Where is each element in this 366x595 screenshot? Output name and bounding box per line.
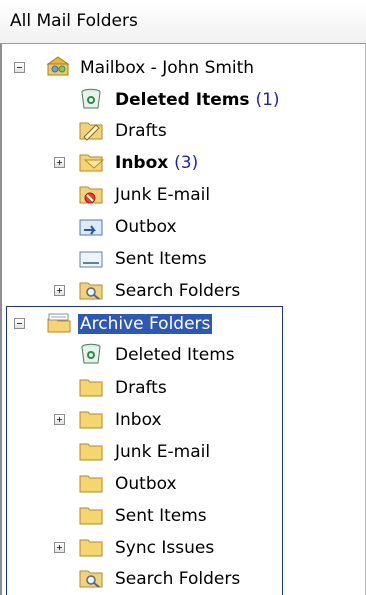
drafts-icon bbox=[78, 119, 104, 141]
folder-pane-title: All Mail Folders bbox=[10, 11, 138, 31]
archive-folder-search-folders[interactable]: Search Folders bbox=[0, 563, 366, 595]
archive-folder-sent-items[interactable]: Sent Items bbox=[0, 500, 366, 532]
folder-label: Search Folders bbox=[115, 281, 241, 301]
folder-pane-header: All Mail Folders bbox=[0, 0, 366, 44]
folder-junk-email[interactable]: Junk E-mail bbox=[0, 179, 366, 211]
folder-inbox[interactable]: Inbox (3) bbox=[0, 147, 366, 179]
folder-label: Drafts bbox=[115, 121, 167, 141]
folder-label: Junk E-mail bbox=[115, 185, 211, 205]
archive-folder-inbox[interactable]: Inbox bbox=[0, 404, 366, 436]
archive-root-node[interactable]: Archive Folders bbox=[0, 308, 366, 340]
expand-toggle-icon[interactable] bbox=[54, 157, 65, 168]
archive-folder-deleted-items[interactable]: Deleted Items bbox=[0, 339, 366, 371]
search-folders-icon bbox=[78, 279, 104, 301]
deleted-items-icon bbox=[78, 88, 104, 110]
folder-icon bbox=[78, 440, 104, 462]
folder-label: Deleted Items bbox=[115, 345, 235, 365]
folder-drafts[interactable]: Drafts bbox=[0, 115, 366, 147]
folder-search-folders[interactable]: Search Folders bbox=[0, 275, 366, 307]
outbox-icon bbox=[78, 215, 104, 237]
folder-icon bbox=[78, 472, 104, 494]
folder-deleted-items[interactable]: Deleted Items (1) bbox=[0, 84, 366, 116]
folder-icon bbox=[78, 376, 104, 398]
folder-label: Outbox bbox=[115, 474, 177, 494]
folder-icon bbox=[78, 504, 104, 526]
mailbox-label: Mailbox - John Smith bbox=[80, 58, 255, 78]
collapse-toggle-icon[interactable] bbox=[14, 318, 25, 329]
folder-icon bbox=[78, 408, 104, 430]
junk-email-icon bbox=[78, 183, 104, 205]
unread-count: (3) bbox=[174, 153, 199, 173]
folder-label: Outbox bbox=[115, 217, 177, 237]
folder-icon bbox=[78, 536, 104, 558]
expand-toggle-icon[interactable] bbox=[54, 414, 65, 425]
folder-label: Deleted Items (1) bbox=[115, 90, 280, 110]
mailbox-icon bbox=[46, 56, 72, 78]
folder-label: Sent Items bbox=[115, 506, 207, 526]
search-folders-icon bbox=[78, 567, 104, 589]
folder-label: Drafts bbox=[115, 378, 167, 398]
expand-toggle-icon[interactable] bbox=[54, 542, 65, 553]
archive-folder-junk-email[interactable]: Junk E-mail bbox=[0, 436, 366, 468]
archive-folder-outbox[interactable]: Outbox bbox=[0, 468, 366, 500]
folder-label: Sync Issues bbox=[115, 538, 215, 558]
folder-label: Search Folders bbox=[115, 569, 241, 589]
folder-label: Junk E-mail bbox=[115, 442, 211, 462]
mailbox-root-node[interactable]: Mailbox - John Smith bbox=[0, 52, 366, 84]
folder-sent-items[interactable]: Sent Items bbox=[0, 243, 366, 275]
expand-toggle-icon[interactable] bbox=[54, 285, 65, 296]
archive-folder-drafts[interactable]: Drafts bbox=[0, 372, 366, 404]
folder-label: Inbox (3) bbox=[115, 153, 199, 173]
sent-items-icon bbox=[78, 247, 104, 269]
archive-label: Archive Folders bbox=[78, 314, 213, 334]
folder-label: Inbox bbox=[115, 410, 162, 430]
deleted-items-icon bbox=[78, 343, 104, 365]
archive-folder-icon bbox=[46, 312, 72, 334]
archive-folder-sync-issues[interactable]: Sync Issues bbox=[0, 532, 366, 564]
unread-count: (1) bbox=[255, 90, 280, 110]
inbox-icon bbox=[78, 151, 105, 173]
folder-label: Sent Items bbox=[115, 249, 207, 269]
folder-outbox[interactable]: Outbox bbox=[0, 211, 366, 243]
collapse-toggle-icon[interactable] bbox=[14, 62, 25, 73]
